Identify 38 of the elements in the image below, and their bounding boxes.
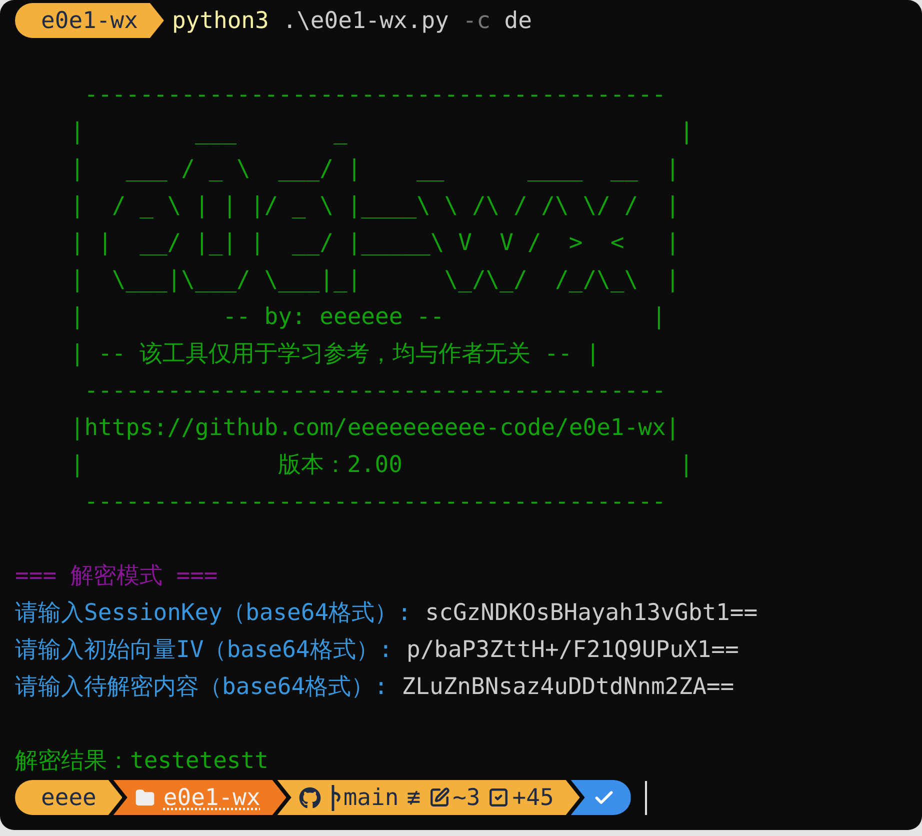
command-argument: -c: [462, 8, 490, 34]
sync-status: ≢: [406, 784, 421, 810]
result-label: 解密结果：: [15, 747, 130, 776]
modified-count: ~3: [452, 784, 480, 810]
input-prompt: 请输入待解密内容（base64格式）:: [15, 673, 388, 702]
folder-icon: [135, 788, 156, 808]
banner-line: | -- 该工具仅用于学习参考，均与作者无关 -- |: [70, 340, 600, 369]
prompt-directory: e0e1-wx: [41, 8, 138, 34]
command-name: python3: [172, 8, 269, 34]
branch-name: main: [343, 784, 399, 810]
text-cursor: [644, 780, 647, 814]
staged-count: +45: [512, 784, 554, 810]
folder-name: e0e1-wx: [163, 784, 260, 810]
input-prompt: 请输入SessionKey（base64格式）:: [15, 599, 412, 628]
banner-line: | -- by: eeeeee -- |: [70, 304, 666, 330]
mode-header: === 解密模式 ===: [15, 562, 218, 591]
checkbox-icon: [488, 787, 510, 808]
edit-icon: [428, 787, 450, 808]
banner-rule: ------------------------------------------: [84, 378, 666, 404]
command-argument: de: [504, 8, 532, 34]
input-value: p/baP3ZttH+/F21Q9UPuX1==: [406, 636, 739, 662]
banner-line: | / _ \ | | |/ _ \ |____\ \ /\ / /\ \/ / |: [70, 192, 680, 218]
banner-line: | | __/ |_| | __/ |_____\ V V / > < |: [70, 230, 680, 256]
result-value: testetestt: [130, 748, 268, 774]
banner-line: | ___ / _ \ ___/ | __ ____ __ |: [70, 156, 680, 182]
banner-line: | 版本：2.00 |: [70, 451, 694, 480]
banner-rule: ------------------------------------------: [84, 82, 666, 108]
banner-line: | \___|\___/ \___|_| \_/\_/ /_/\_\ |: [70, 266, 680, 292]
input-value: scGzNDKOsBHayah13vGbt1==: [425, 600, 758, 626]
branch-icon: [329, 782, 344, 812]
input-value: ZLuZnBNsaz4uDDtdNnm2ZA==: [402, 674, 734, 700]
banner-line: |https://github.com/eeeeeeeeee-code/e0e1-wx|: [70, 414, 680, 440]
banner-line: | ___ _ |: [70, 118, 694, 144]
input-prompt: 请输入初始向量IV（base64格式）:: [15, 636, 393, 665]
user-name: eeee: [41, 784, 96, 810]
command-argument: .\e0e1-wx.py: [282, 8, 449, 34]
banner-rule: ------------------------------------------: [84, 488, 666, 514]
github-icon: [299, 786, 322, 808]
